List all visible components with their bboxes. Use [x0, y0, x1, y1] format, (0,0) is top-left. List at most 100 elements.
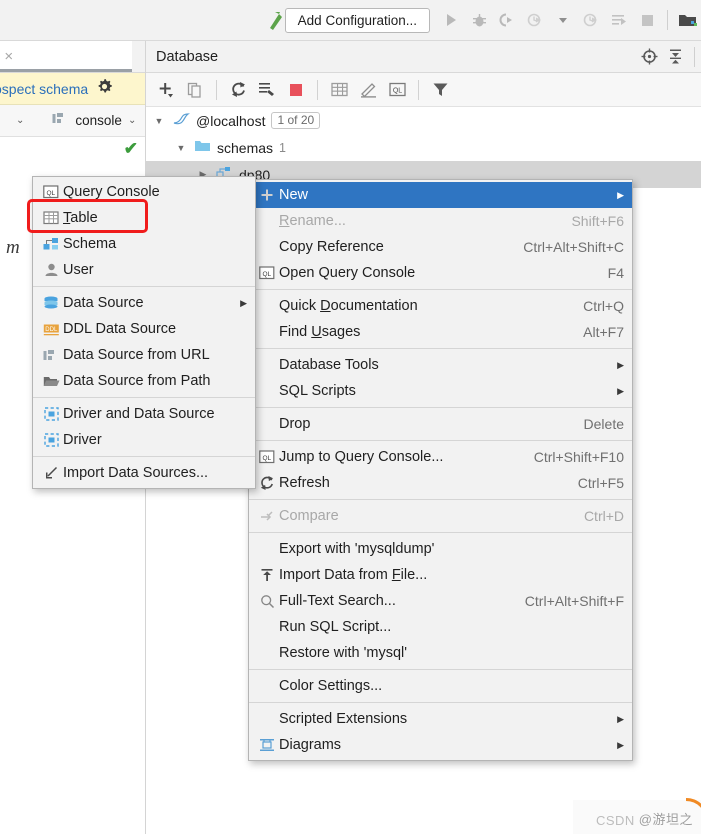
run-with-coverage-icon[interactable] — [494, 7, 520, 33]
menu-item-sql-scripts[interactable]: SQL Scripts ▶ — [249, 378, 632, 404]
menu-item-label: Rename... — [279, 213, 346, 229]
driver-icon — [39, 433, 63, 447]
folder-icon — [194, 139, 211, 156]
menu-item-drop[interactable]: Drop Delete — [249, 411, 632, 437]
import-data-icon — [255, 568, 279, 582]
menu-separator — [249, 702, 632, 703]
menu-item-diagrams[interactable]: Diagrams ▶ — [249, 732, 632, 758]
attach-profiler-icon[interactable] — [578, 7, 604, 33]
main-toolbar: Add Configuration... — [0, 0, 701, 41]
duplicate-icon[interactable] — [181, 76, 209, 104]
menu-item-new[interactable]: New ▶ — [249, 182, 632, 208]
menu-item-accel: Delete — [583, 416, 624, 432]
debug-icon[interactable] — [466, 7, 492, 33]
menu-item-import-data-sources[interactable]: Import Data Sources... — [33, 460, 255, 486]
menu-item-refresh[interactable]: Refresh Ctrl+F5 — [249, 470, 632, 496]
menu-item-color-settings[interactable]: Color Settings... — [249, 673, 632, 699]
menu-item-ddl-data-source[interactable]: DDL DDL Data Source — [33, 316, 255, 342]
menu-item-label: Quick Documentation — [279, 298, 418, 314]
schema-dropdown-caret-icon[interactable]: ⌄ — [16, 115, 24, 126]
menu-item-table[interactable]: Table — [33, 205, 255, 231]
menu-item-scripted-extensions[interactable]: Scripted Extensions ▶ — [249, 706, 632, 732]
inspection-ok-icon: ✔ — [123, 139, 138, 158]
menu-item-query-console[interactable]: QL Query Console — [33, 179, 255, 205]
open-table-editor-icon[interactable] — [325, 76, 353, 104]
query-console-icon: QL — [255, 450, 279, 464]
close-icon[interactable]: × — [4, 48, 13, 65]
gear-icon[interactable] — [96, 78, 113, 100]
menu-item-user[interactable]: User — [33, 257, 255, 283]
tree-row[interactable]: ▼ schemas 1 — [146, 134, 701, 161]
introspect-schema-link[interactable]: ospect schema — [0, 81, 88, 97]
menu-item-data-source-from-url[interactable]: Data Source from URL — [33, 342, 255, 368]
menu-item-full-text-search[interactable]: Full-Text Search... Ctrl+Alt+Shift+F — [249, 588, 632, 614]
plus-icon — [255, 188, 279, 202]
profile-dropdown-icon[interactable] — [550, 7, 576, 33]
refresh-icon — [255, 475, 279, 491]
editor-tab[interactable]: host] × — [0, 41, 132, 72]
stop-icon[interactable] — [634, 7, 660, 33]
expand-triangle-icon[interactable]: ▼ — [152, 116, 166, 126]
add-configuration-button[interactable]: Add Configuration... — [284, 7, 430, 33]
scroll-from-source-icon[interactable] — [636, 44, 662, 70]
menu-item-copy-reference[interactable]: Copy Reference Ctrl+Alt+Shift+C — [249, 234, 632, 260]
collapse-all-icon[interactable] — [662, 44, 688, 70]
context-menu[interactable]: New ▶ Rename... Shift+F6 Copy Reference … — [248, 179, 633, 761]
menu-item-restore-with-mysql[interactable]: Restore with 'mysql' — [249, 640, 632, 666]
import-icon — [39, 466, 63, 480]
console-dropdown-caret-icon[interactable]: ⌄ — [128, 115, 136, 126]
menu-item-run-sql-script[interactable]: Run SQL Script... — [249, 614, 632, 640]
add-new-icon[interactable] — [152, 76, 180, 104]
project-structure-icon[interactable] — [675, 7, 701, 33]
console-label: console — [75, 113, 122, 128]
menu-item-open-query-console[interactable]: QL Open Query Console F4 — [249, 260, 632, 286]
data-source-icon — [39, 296, 63, 310]
stop-icon[interactable] — [282, 76, 310, 104]
toolbar-divider-1 — [216, 79, 217, 100]
menu-item-label: Jump to Query Console... — [279, 449, 444, 465]
menu-separator — [33, 286, 255, 287]
menu-item-label: Schema — [63, 236, 117, 252]
menu-item-label: Color Settings... — [279, 678, 383, 694]
menu-item-quick-documentation[interactable]: Quick Documentation Ctrl+Q — [249, 293, 632, 319]
page-title: Database — [156, 48, 219, 65]
menu-item-rename[interactable]: Rename... Shift+F6 — [249, 208, 632, 234]
refresh-icon[interactable] — [224, 76, 252, 104]
run-icon[interactable] — [438, 7, 464, 33]
profile-icon[interactable] — [522, 7, 548, 33]
notification-bar: ospect schema — [0, 73, 146, 105]
green-arrow-icon — [267, 10, 285, 30]
toolbar-divider-3 — [418, 79, 419, 100]
query-console-icon[interactable]: QL — [383, 76, 411, 104]
menu-item-find-usages[interactable]: Find Usages Alt+F7 — [249, 319, 632, 345]
submenu-arrow-icon: ▶ — [617, 739, 624, 750]
menu-item-label: Compare — [279, 508, 339, 524]
menu-separator — [249, 440, 632, 441]
menu-item-export-with-mysqldump[interactable]: Export with 'mysqldump' — [249, 536, 632, 562]
menu-item-driver[interactable]: Driver — [33, 427, 255, 453]
expand-triangle-icon[interactable]: ▼ — [174, 143, 188, 153]
new-submenu[interactable]: QL Query Console Table Schema User Data … — [32, 176, 256, 489]
sync-settings-icon[interactable] — [253, 76, 281, 104]
menu-item-database-tools[interactable]: Database Tools ▶ — [249, 352, 632, 378]
menu-item-label: Driver — [63, 432, 102, 448]
run-queue-icon[interactable] — [606, 7, 632, 33]
menu-item-compare[interactable]: Compare Ctrl+D — [249, 503, 632, 529]
menu-item-jump-to-query-console[interactable]: QL Jump to Query Console... Ctrl+Shift+F… — [249, 444, 632, 470]
menu-item-label: Data Source from Path — [63, 373, 211, 389]
modify-icon[interactable] — [354, 76, 382, 104]
menu-item-data-source-from-path[interactable]: Data Source from Path — [33, 368, 255, 394]
filter-icon[interactable] — [426, 76, 454, 104]
folder-open-icon — [39, 375, 63, 388]
tree-label: schemas — [217, 139, 274, 156]
menu-item-accel: Ctrl+Q — [583, 298, 624, 314]
run-controls-group — [438, 7, 701, 33]
tree-row[interactable]: ▼ @localhost 1 of 20 — [146, 107, 701, 134]
menu-item-label: Open Query Console — [279, 265, 416, 281]
menu-item-driver-and-data-source[interactable]: Driver and Data Source — [33, 401, 255, 427]
menu-item-import-data-from-file[interactable]: Import Data from File... — [249, 562, 632, 588]
menu-item-accel: Ctrl+Alt+Shift+C — [523, 239, 624, 255]
menu-item-schema[interactable]: Schema — [33, 231, 255, 257]
menu-item-data-source[interactable]: Data Source ▶ — [33, 290, 255, 316]
svg-text:QL: QL — [392, 88, 401, 95]
